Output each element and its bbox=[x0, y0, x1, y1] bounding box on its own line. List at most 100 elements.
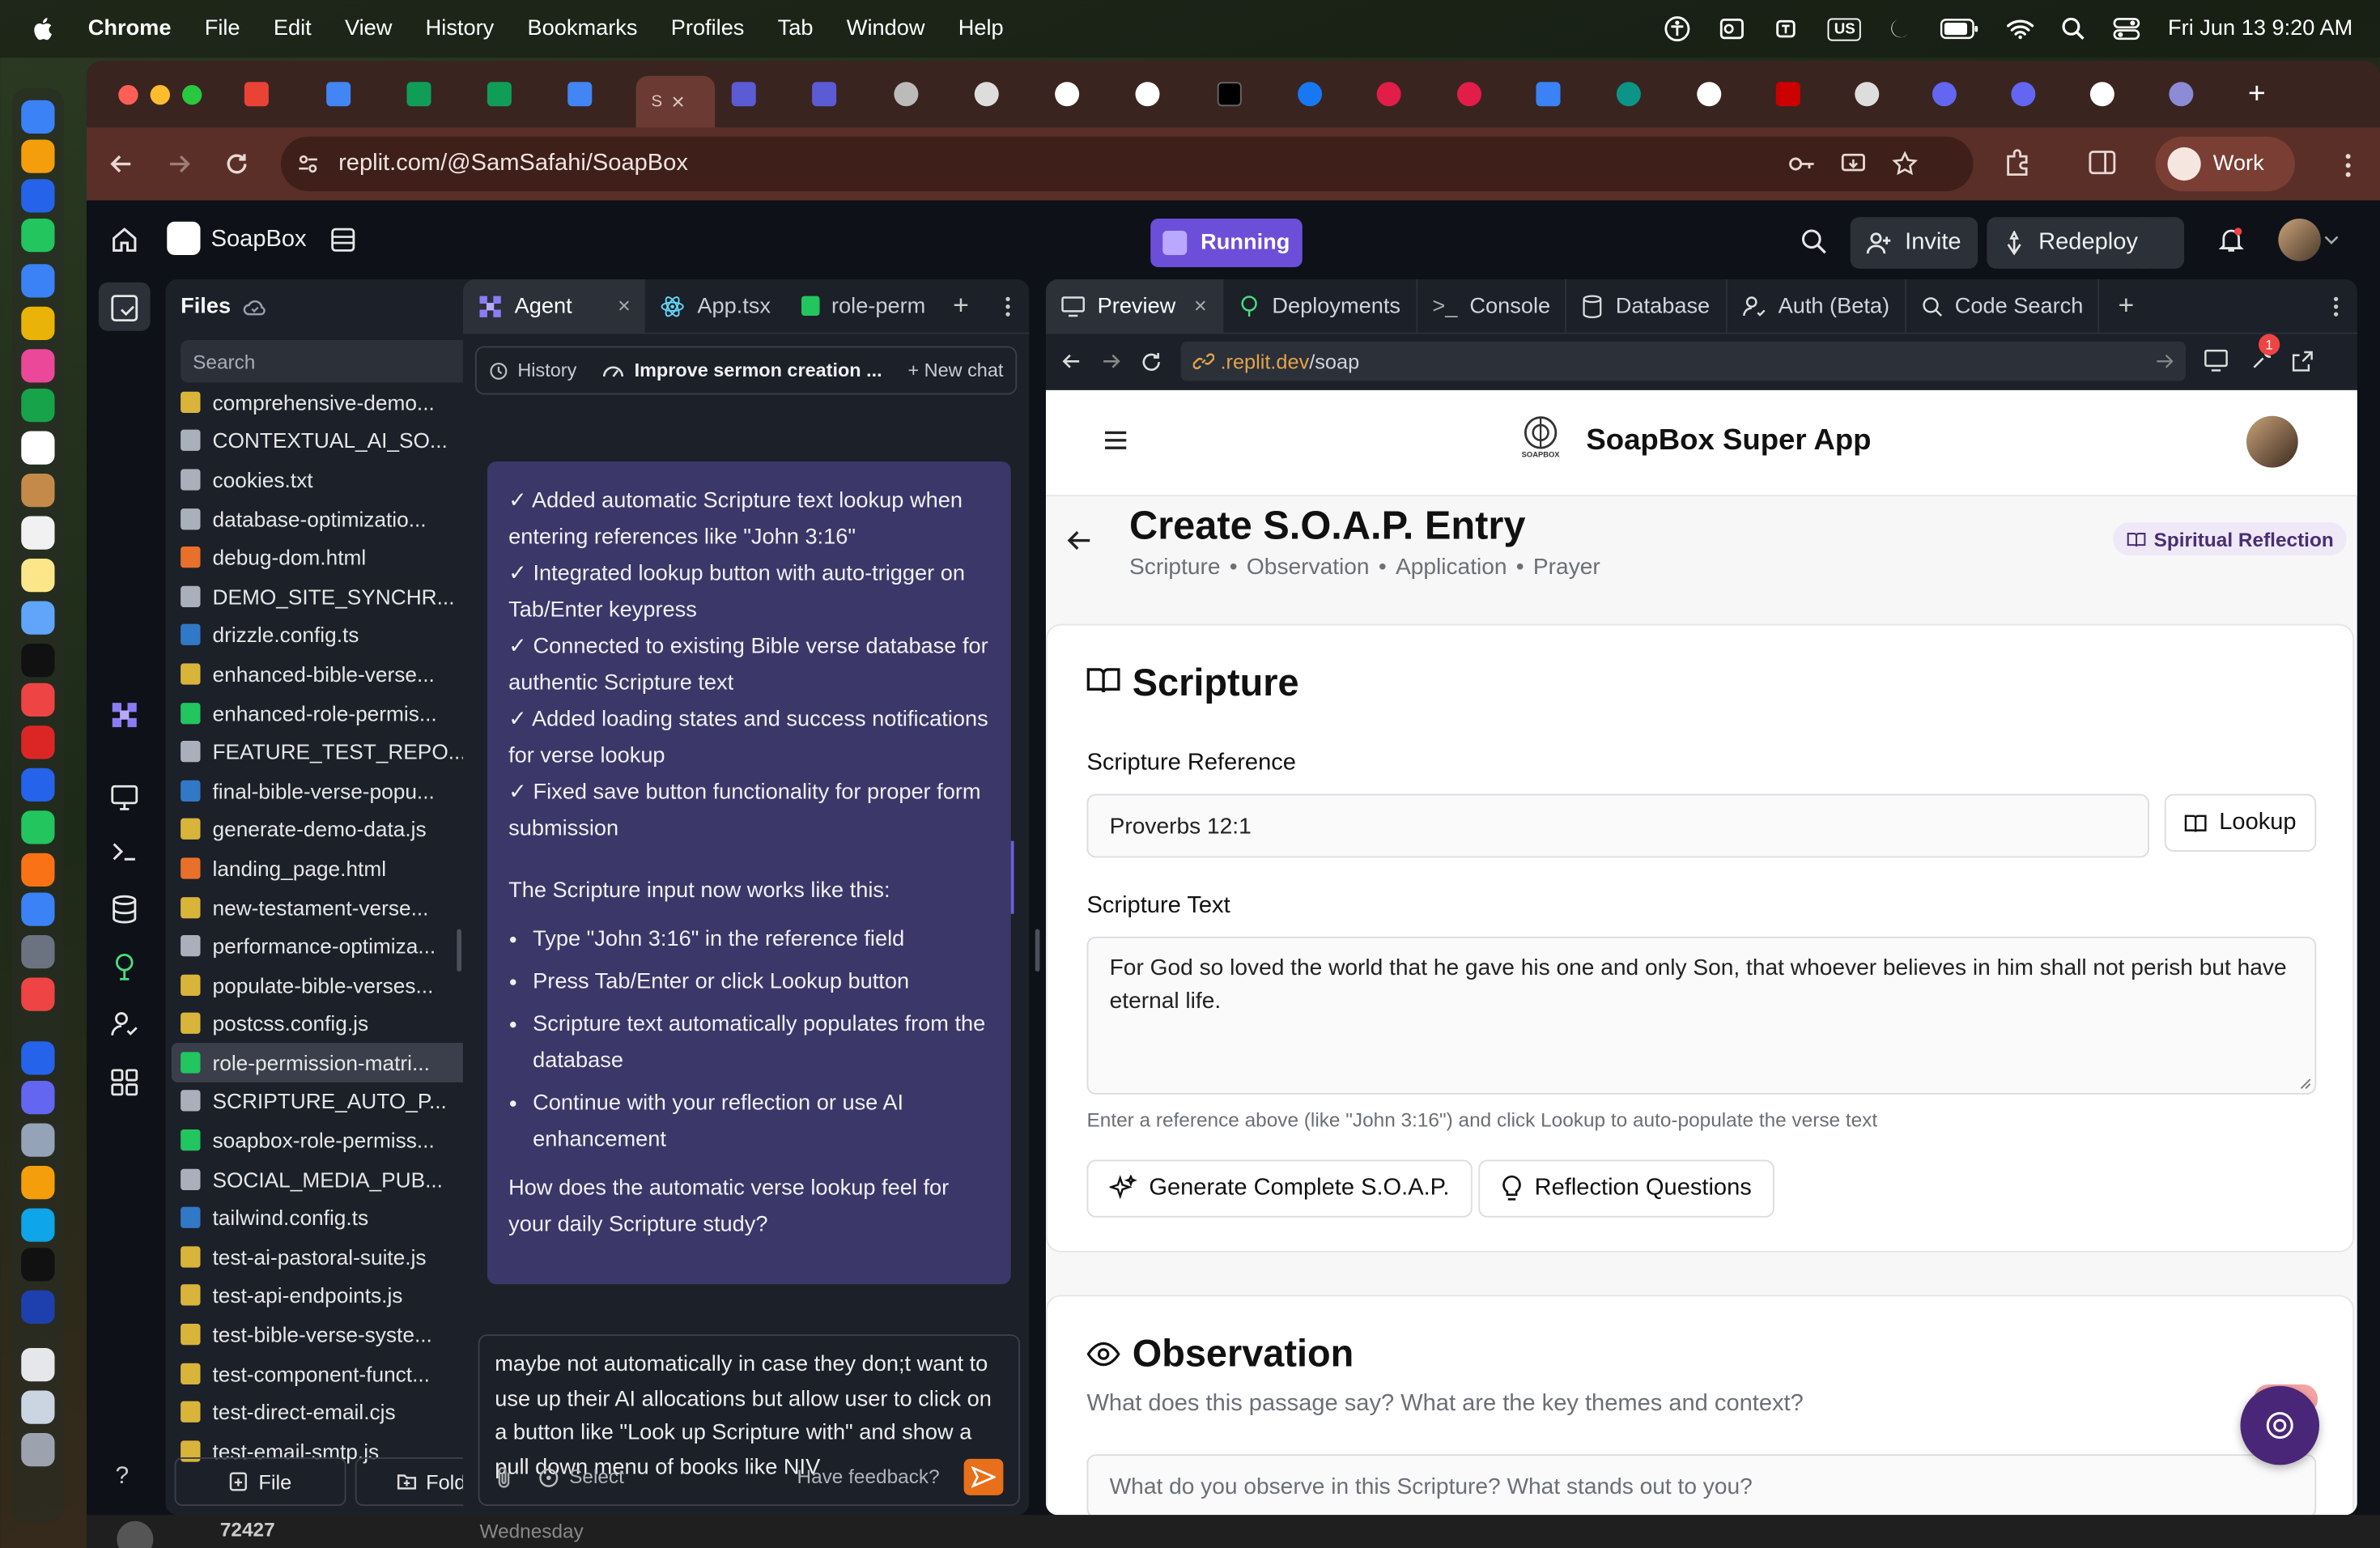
news-icon[interactable] bbox=[21, 725, 55, 759]
password-key-icon[interactable] bbox=[1788, 152, 1816, 176]
tv-icon[interactable] bbox=[21, 644, 55, 678]
observation-input[interactable]: What do you observe in this Scripture? W… bbox=[1086, 1454, 2317, 1516]
deploy-status-toggle[interactable] bbox=[2141, 217, 2185, 269]
browser-tab-sheets-1[interactable] bbox=[406, 76, 431, 113]
panel-resize-handle[interactable] bbox=[1035, 929, 1040, 972]
tab-role-perm[interactable]: role-perm bbox=[786, 279, 941, 334]
pages-icon[interactable] bbox=[21, 853, 55, 887]
browser-tab-google-4[interactable] bbox=[2169, 76, 2194, 113]
app-store-icon[interactable] bbox=[21, 892, 55, 926]
lookup-button[interactable]: Lookup bbox=[2164, 793, 2317, 852]
finder-icon[interactable] bbox=[21, 100, 55, 134]
new-file-button[interactable]: File bbox=[174, 1457, 346, 1506]
deployments-tool-icon[interactable] bbox=[108, 950, 141, 984]
select-target-icon[interactable] bbox=[538, 1465, 560, 1488]
document-icon[interactable] bbox=[21, 1348, 55, 1382]
agent-tool-icon[interactable] bbox=[108, 699, 141, 732]
console-tool-icon[interactable] bbox=[108, 835, 141, 868]
search-icon[interactable] bbox=[1800, 228, 1828, 255]
tab-auth[interactable]: Auth (Beta) bbox=[1727, 279, 1906, 334]
messages-icon[interactable] bbox=[21, 219, 55, 253]
tab-database[interactable]: Database bbox=[1567, 279, 1727, 334]
tab-agent[interactable]: Agent × bbox=[462, 279, 646, 334]
moon-icon[interactable] bbox=[1889, 17, 1913, 41]
close-window-button[interactable] bbox=[118, 85, 138, 105]
menu-profiles[interactable]: Profiles bbox=[671, 17, 745, 41]
back-icon[interactable] bbox=[108, 151, 135, 178]
new-chat-button[interactable]: + New chat bbox=[907, 359, 1003, 381]
extensions-icon[interactable] bbox=[2002, 147, 2033, 178]
forward-icon[interactable] bbox=[165, 151, 193, 178]
run-status-button[interactable]: Running bbox=[1150, 219, 1303, 267]
invite-button[interactable]: Invite bbox=[1850, 217, 1978, 269]
browser-tab-x[interactable] bbox=[1217, 76, 1242, 113]
browser-tab-blue-3[interactable] bbox=[2011, 76, 2036, 113]
downloads-icon[interactable] bbox=[21, 1390, 55, 1424]
browser-tab-chrome[interactable] bbox=[894, 76, 919, 113]
auth-tool-icon[interactable] bbox=[108, 1008, 141, 1041]
resize-handle-icon[interactable] bbox=[2300, 1078, 2312, 1090]
menu-edit[interactable]: Edit bbox=[274, 17, 312, 41]
apple-icon[interactable] bbox=[31, 15, 58, 43]
keynote-icon[interactable] bbox=[21, 768, 55, 802]
chrome-dock-icon[interactable] bbox=[21, 306, 55, 340]
install-app-icon[interactable] bbox=[1840, 151, 1868, 178]
browser-tab-red-1[interactable] bbox=[1376, 76, 1401, 113]
user-avatar[interactable] bbox=[2278, 219, 2321, 262]
new-tab-button[interactable]: + bbox=[2248, 76, 2266, 113]
preview-reload-icon[interactable] bbox=[1140, 350, 1162, 372]
menu-bookmarks[interactable]: Bookmarks bbox=[528, 17, 638, 41]
browser-tab-tesla[interactable] bbox=[1775, 76, 1800, 113]
launchpad-icon[interactable] bbox=[21, 139, 55, 173]
browser-tab-google-3[interactable] bbox=[1697, 76, 1722, 113]
battery-icon[interactable] bbox=[1940, 19, 1980, 40]
trash-icon[interactable] bbox=[21, 1433, 55, 1467]
generate-soap-button[interactable]: Generate Complete S.O.A.P. bbox=[1086, 1159, 1473, 1218]
tab-code-search[interactable]: Code Search bbox=[1906, 279, 2101, 334]
preview-tool-icon[interactable] bbox=[108, 780, 141, 814]
new-tab-plus-icon[interactable]: + bbox=[953, 290, 969, 321]
devtools-button[interactable]: 1 bbox=[2250, 333, 2280, 376]
site-info-icon[interactable] bbox=[296, 152, 321, 176]
wifi-icon[interactable] bbox=[2007, 19, 2034, 40]
all-tools-icon[interactable] bbox=[108, 1065, 141, 1099]
browser-tab-docs-1[interactable] bbox=[326, 76, 351, 113]
teams-dock-icon[interactable] bbox=[21, 1081, 55, 1115]
spotlight-icon[interactable] bbox=[2062, 17, 2086, 41]
assistant-fab-button[interactable] bbox=[2240, 1385, 2319, 1465]
browser-tab-docs-2[interactable] bbox=[567, 76, 593, 113]
menu-file[interactable]: File bbox=[205, 17, 240, 41]
calendar-icon[interactable] bbox=[21, 431, 55, 465]
browser-tab-github[interactable] bbox=[2089, 76, 2114, 113]
numbers-icon[interactable] bbox=[21, 810, 55, 844]
thread-title[interactable]: Improve sermon creation ... bbox=[635, 359, 882, 381]
tab-console[interactable]: >_ Console bbox=[1417, 279, 1567, 334]
menu-app-name[interactable]: Chrome bbox=[88, 17, 172, 41]
browser-tab-blue-2[interactable] bbox=[1932, 76, 1957, 113]
back-arrow-icon[interactable] bbox=[1067, 529, 1091, 551]
browser-tab-openai[interactable] bbox=[974, 76, 999, 113]
menu-help[interactable]: Help bbox=[958, 17, 1004, 41]
scripture-reference-input[interactable]: Proverbs 12:1 bbox=[1086, 793, 2149, 858]
browser-tab-gmail[interactable] bbox=[244, 76, 269, 113]
project-name[interactable]: SoapBox bbox=[211, 226, 307, 253]
minimize-window-button[interactable] bbox=[150, 85, 170, 105]
agent-input[interactable]: maybe not automatically in case they don… bbox=[478, 1334, 1020, 1506]
input-source[interactable]: US bbox=[1828, 17, 1862, 40]
teams-icon[interactable] bbox=[1774, 15, 1801, 43]
browser-tab-facebook[interactable] bbox=[1298, 76, 1323, 113]
project-menu-icon[interactable] bbox=[329, 226, 357, 253]
profile-work-button[interactable]: Work bbox=[2155, 136, 2295, 192]
terminal-icon[interactable] bbox=[21, 1248, 55, 1282]
bookmark-star-icon[interactable] bbox=[1891, 151, 1919, 178]
browser-tab-google-1[interactable] bbox=[1055, 76, 1080, 113]
zoom-window-button[interactable] bbox=[182, 85, 202, 105]
chrome-alt-icon[interactable] bbox=[21, 1166, 55, 1200]
outlook-dock-icon[interactable] bbox=[21, 1041, 55, 1075]
facetime-icon[interactable] bbox=[21, 389, 55, 423]
select-button[interactable]: Select bbox=[569, 1460, 624, 1494]
database-tool-icon[interactable] bbox=[108, 893, 141, 926]
chevron-down-icon[interactable] bbox=[2324, 234, 2340, 246]
menu-view[interactable]: View bbox=[345, 17, 392, 41]
mail-icon[interactable] bbox=[21, 264, 55, 298]
